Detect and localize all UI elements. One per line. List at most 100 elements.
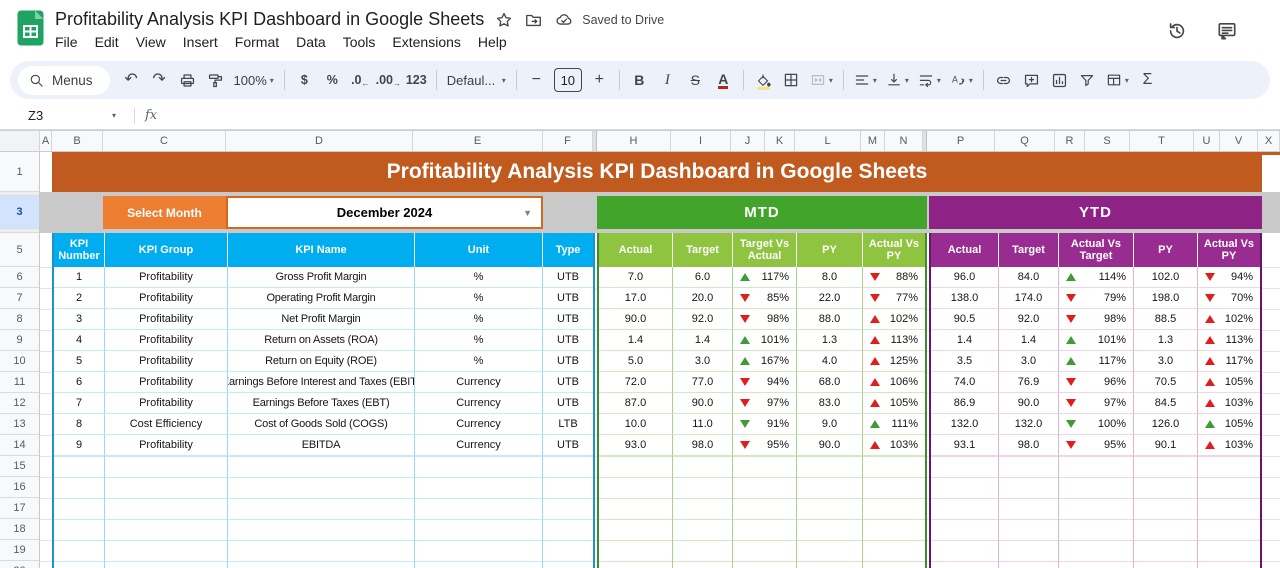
cell-mtd-target-vs-actual[interactable]: 167%	[733, 351, 797, 372]
cell-type[interactable]: UTB	[543, 351, 593, 372]
cell-ytd-actual[interactable]: 1.4	[931, 330, 999, 351]
column-header[interactable]: I	[671, 131, 731, 151]
table-views-button[interactable]: ▾	[1102, 67, 1133, 94]
column-header[interactable]: X	[1258, 131, 1280, 151]
menu-item[interactable]: Extensions	[384, 33, 468, 51]
cell-mtd-actual-vs-py[interactable]: 125%	[863, 351, 925, 372]
cell-kpi-group[interactable]: Profitability	[105, 393, 228, 414]
cell-ytd-actual[interactable]: 86.9	[931, 393, 999, 414]
cell-mtd-py[interactable]: 68.0	[797, 372, 863, 393]
row-header[interactable]: 10	[0, 351, 39, 372]
insert-chart-button[interactable]	[1046, 67, 1073, 94]
column-header-cell[interactable]: PY	[1134, 233, 1198, 267]
menu-item[interactable]: Insert	[175, 33, 226, 51]
cell-ytd-target[interactable]: 90.0	[999, 393, 1059, 414]
cell-mtd-target[interactable]: 20.0	[673, 288, 733, 309]
menu-item[interactable]: Edit	[87, 33, 127, 51]
cell-ytd-actual[interactable]: 74.0	[931, 372, 999, 393]
row-header-selected[interactable]: 3	[0, 196, 39, 229]
column-header[interactable]: R	[1055, 131, 1085, 151]
cell-ytd-actual-vs-target[interactable]: 95%	[1059, 435, 1134, 456]
cell-mtd-py[interactable]: 8.0	[797, 267, 863, 288]
borders-button[interactable]	[778, 67, 805, 94]
cell-mtd-py[interactable]: 90.0	[797, 435, 863, 456]
select-month-label-cell[interactable]: Select Month	[103, 196, 226, 229]
cell-kpi-number[interactable]: 2	[54, 288, 105, 309]
cell-ytd-actual-vs-py[interactable]: 102%	[1198, 309, 1260, 330]
row-header[interactable]: 13	[0, 414, 39, 435]
vertical-align-button[interactable]: ▾	[882, 67, 913, 94]
cell-ytd-actual-vs-py[interactable]: 103%	[1198, 393, 1260, 414]
cell-mtd-target-vs-actual[interactable]: 95%	[733, 435, 797, 456]
cell-ytd-py[interactable]: 102.0	[1134, 267, 1198, 288]
cell-kpi-group[interactable]: Profitability	[105, 267, 228, 288]
column-header[interactable]: S	[1085, 131, 1130, 151]
row-header[interactable]: 17	[0, 498, 39, 519]
cell-mtd-actual-vs-py[interactable]: 102%	[863, 309, 925, 330]
cell-kpi-name[interactable]: Return on Assets (ROA)	[228, 330, 415, 351]
cell-mtd-actual[interactable]: 17.0	[599, 288, 673, 309]
cell-type[interactable]: UTB	[543, 372, 593, 393]
cell-kpi-number[interactable]: 6	[54, 372, 105, 393]
row-header[interactable]: 8	[0, 309, 39, 330]
cell-ytd-target[interactable]: 76.9	[999, 372, 1059, 393]
cell-type[interactable]: UTB	[543, 393, 593, 414]
cell-ytd-actual[interactable]: 3.5	[931, 351, 999, 372]
cell-kpi-number[interactable]: 7	[54, 393, 105, 414]
column-header[interactable]: V	[1220, 131, 1258, 151]
cell-ytd-py[interactable]: 70.5	[1134, 372, 1198, 393]
cell-ytd-py[interactable]: 1.3	[1134, 330, 1198, 351]
menu-item[interactable]: Tools	[335, 33, 384, 51]
cell-kpi-name[interactable]: Gross Profit Margin	[228, 267, 415, 288]
cell-mtd-actual[interactable]: 72.0	[599, 372, 673, 393]
name-box[interactable]: Z3 ▾	[14, 108, 124, 123]
undo-button[interactable]: ↶	[118, 67, 145, 94]
cell-mtd-actual[interactable]: 90.0	[599, 309, 673, 330]
cell-ytd-py[interactable]: 198.0	[1134, 288, 1198, 309]
column-header-cell[interactable]: PY	[797, 233, 863, 267]
cell-mtd-target[interactable]: 90.0	[673, 393, 733, 414]
cell-mtd-actual[interactable]: 87.0	[599, 393, 673, 414]
empty-cells-area[interactable]	[54, 456, 593, 568]
row-header[interactable]: 18	[0, 519, 39, 540]
cell-kpi-group[interactable]: Cost Efficiency	[105, 414, 228, 435]
cell-kpi-number[interactable]: 1	[54, 267, 105, 288]
redo-button[interactable]: ↷	[146, 67, 173, 94]
text-color-button[interactable]: A	[710, 67, 737, 94]
row-header[interactable]: 6	[0, 267, 39, 288]
cell-ytd-actual-vs-target[interactable]: 96%	[1059, 372, 1134, 393]
version-history-icon[interactable]	[1166, 20, 1188, 42]
cell-mtd-target[interactable]: 98.0	[673, 435, 733, 456]
cell-mtd-py[interactable]: 88.0	[797, 309, 863, 330]
cell-kpi-number[interactable]: 9	[54, 435, 105, 456]
cell-ytd-actual-vs-target[interactable]: 79%	[1059, 288, 1134, 309]
cell-mtd-actual[interactable]: 93.0	[599, 435, 673, 456]
column-header-cell[interactable]: Actual	[599, 233, 673, 267]
cell-ytd-actual-vs-py[interactable]: 103%	[1198, 435, 1260, 456]
cell-ytd-target[interactable]: 92.0	[999, 309, 1059, 330]
cell-mtd-actual-vs-py[interactable]: 105%	[863, 393, 925, 414]
cell-ytd-actual[interactable]: 132.0	[931, 414, 999, 435]
functions-button[interactable]: Σ	[1134, 67, 1161, 94]
cell-unit[interactable]: %	[415, 267, 543, 288]
cell-mtd-actual-vs-py[interactable]: 88%	[863, 267, 925, 288]
column-header-cell[interactable]: Unit	[415, 233, 543, 267]
column-header-cell[interactable]: Actual Vs PY	[1198, 233, 1260, 267]
cell-unit[interactable]: Currency	[415, 393, 543, 414]
cell-mtd-target[interactable]: 3.0	[673, 351, 733, 372]
font-select[interactable]: Defaul...▾	[443, 67, 510, 94]
row-header[interactable]: 12	[0, 393, 39, 414]
text-wrapping-button[interactable]: ▾	[914, 67, 945, 94]
cell-ytd-actual-vs-target[interactable]: 97%	[1059, 393, 1134, 414]
cell-kpi-group[interactable]: Profitability	[105, 309, 228, 330]
row-header[interactable]: 9	[0, 330, 39, 351]
merge-cells-button[interactable]: ▾	[806, 67, 837, 94]
cell-ytd-py[interactable]: 90.1	[1134, 435, 1198, 456]
column-header[interactable]: B	[52, 131, 103, 151]
ytd-section-header[interactable]: YTD	[929, 196, 1262, 229]
document-title[interactable]: Profitability Analysis KPI Dashboard in …	[55, 9, 484, 30]
column-header-cell[interactable]: KPI Group	[105, 233, 228, 267]
cell-kpi-name[interactable]: Net Profit Margin	[228, 309, 415, 330]
cell-type[interactable]: UTB	[543, 309, 593, 330]
cell-type[interactable]: UTB	[543, 330, 593, 351]
